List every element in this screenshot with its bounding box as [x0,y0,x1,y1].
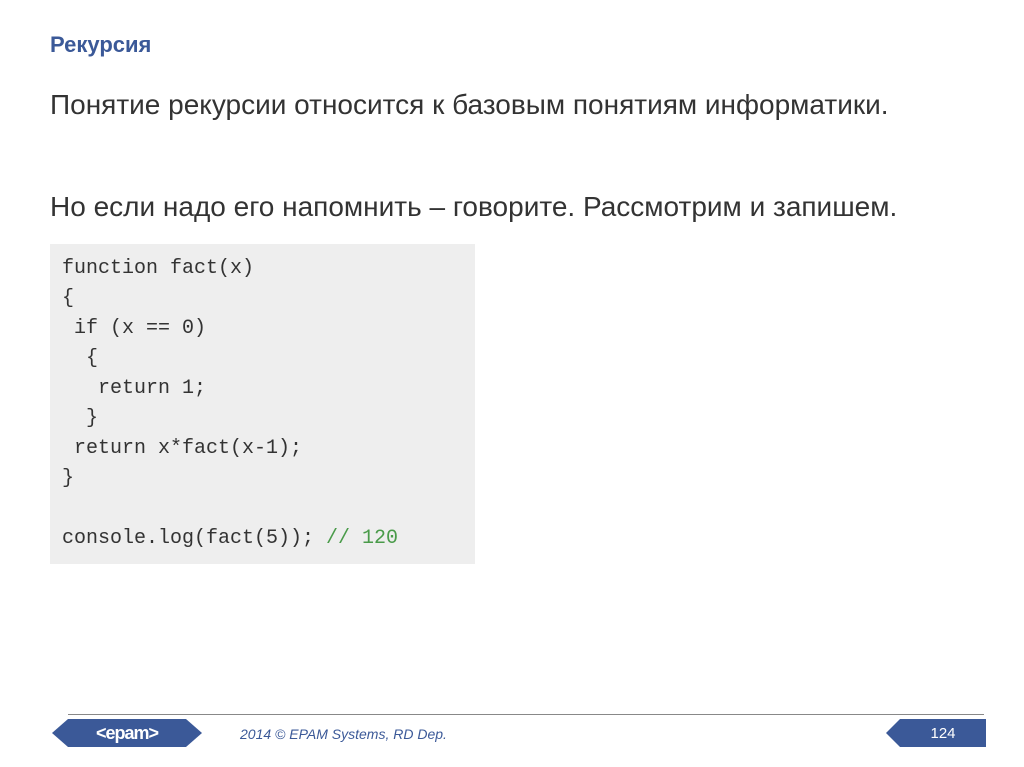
code-line-4: { [62,347,98,370]
code-line-6: } [62,407,98,430]
page-number-value: 124 [930,725,955,742]
footer-divider [68,714,984,715]
code-line-2: { [62,287,74,310]
code-line-3: if (x == 0) [62,317,206,340]
code-line-10-code: console.log(fact(5)); [62,527,326,550]
code-line-5: return 1; [62,377,206,400]
page-number: 124 [900,719,986,747]
paragraph-1: Понятие рекурсии относится к базовым пон… [50,86,974,124]
logo-text: <epam> [96,723,158,744]
epam-logo: <epam> [68,719,186,747]
paragraph-2: Но если надо его напомнить – говорите. Р… [50,188,974,226]
copyright-text: 2014 © EPAM Systems, RD Dep. [240,726,447,742]
code-line-10-comment: // 120 [326,527,398,550]
slide-title: Рекурсия [50,32,974,58]
spacer [50,142,974,170]
slide-container: Рекурсия Понятие рекурсии относится к ба… [0,0,1024,767]
code-line-7: return x*fact(x-1); [62,437,302,460]
footer: <epam> 2014 © EPAM Systems, RD Dep. 124 [0,717,1024,747]
code-block: function fact(x) { if (x == 0) { return … [50,244,475,564]
code-line-1: function fact(x) [62,257,254,280]
code-line-8: } [62,467,74,490]
